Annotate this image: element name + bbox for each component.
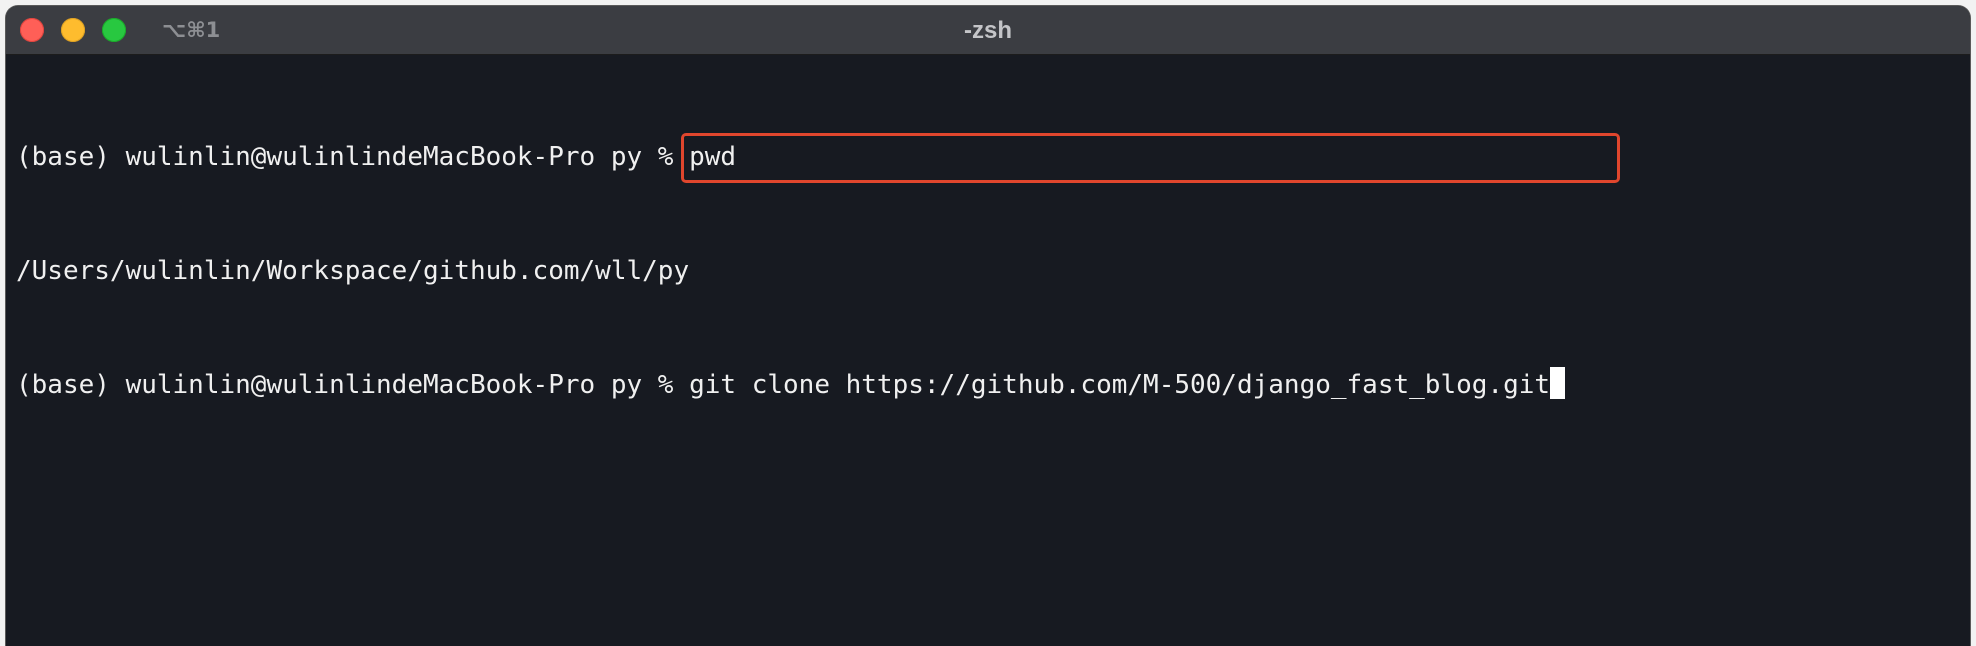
terminal-window: ⌥⌘1 -zsh (base) wulinlin@wulinlindeMacBo… [6,6,1970,646]
text-cursor [1550,367,1566,399]
window-title: -zsh [964,17,1012,44]
title-bar[interactable]: ⌥⌘1 -zsh [6,6,1970,55]
terminal-line: /Users/wulinlin/Workspace/github.com/wll… [16,256,690,286]
command-highlight-box [681,133,1620,183]
terminal-prompt-line[interactable]: (base) wulinlin@wulinlindeMacBook-Pro py… [16,366,1960,404]
terminal-command-text: (base) wulinlin@wulinlindeMacBook-Pro py… [16,370,1551,400]
terminal-output[interactable]: (base) wulinlin@wulinlindeMacBook-Pro py… [16,62,1960,480]
